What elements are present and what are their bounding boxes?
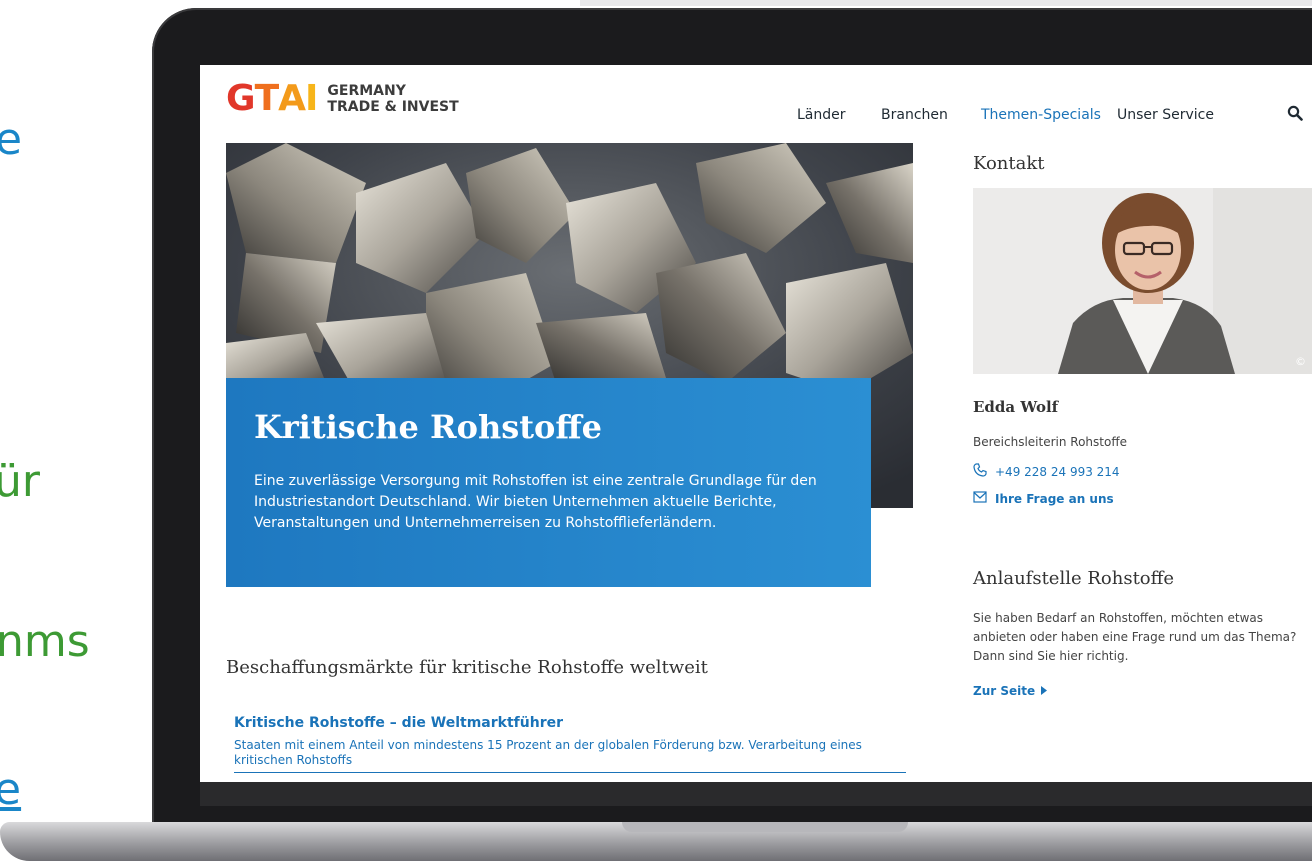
gtai-logo-mark: GTAI <box>226 78 318 119</box>
contact-name: Edda Wolf <box>973 398 1059 416</box>
browser-screen: GTAI GERMANY TRADE & INVEST Länder Branc… <box>200 65 1312 782</box>
hero-description: Eine zuverlässige Versorgung mit Rohstof… <box>254 473 817 531</box>
contact-ask-link[interactable]: Ihre Frage an uns <box>973 491 1114 506</box>
markets-item-link[interactable]: Kritische Rohstoffe – die Weltmarktführe… <box>234 715 563 731</box>
list-divider <box>234 772 906 773</box>
slide-text-fragment: ür <box>0 456 40 507</box>
zur-seite-label: Zur Seite <box>973 684 1036 698</box>
contact-heading: Kontakt <box>973 153 1045 174</box>
contact-role: Bereichsleiterin Rohstoffe <box>973 435 1127 449</box>
contact-phone: +49 228 24 993 214 <box>995 464 1120 479</box>
gtai-logo[interactable]: GTAI GERMANY TRADE & INVEST <box>226 81 459 117</box>
nav-laender[interactable]: Länder <box>797 107 846 123</box>
anlaufstelle-text: Sie haben Bedarf an Rohstoffen, möchten … <box>973 611 1297 663</box>
contact-phone-link[interactable]: +49 228 24 993 214 <box>973 463 1120 480</box>
logo-line-2: TRADE & INVEST <box>327 99 459 115</box>
laptop-hinge-notch <box>622 822 908 832</box>
laptop-bezel-bottom <box>200 782 1312 806</box>
copyright-icon: © <box>1295 355 1306 368</box>
nav-unser-service[interactable]: Unser Service <box>1117 107 1214 123</box>
anlaufstelle-heading: Anlaufstelle Rohstoffe <box>973 568 1175 589</box>
contact-ask-label: Ihre Frage an uns <box>995 491 1114 506</box>
mail-icon <box>973 491 987 506</box>
markets-item-description[interactable]: Staaten mit einem Anteil von mindestens … <box>234 738 914 768</box>
hero-teaser-box: Kritische Rohstoffe Eine zuverlässige Ve… <box>226 378 871 587</box>
nav-branchen[interactable]: Branchen <box>881 107 948 123</box>
search-icon[interactable] <box>1287 105 1303 126</box>
nav-themen-specials[interactable]: Themen-Specials <box>981 107 1101 123</box>
slide-text-fragment: nms <box>0 616 90 667</box>
phone-icon <box>973 463 987 480</box>
caret-right-icon <box>1041 684 1048 698</box>
contact-photo: © <box>973 188 1312 374</box>
slide-text-fragment: e <box>0 114 23 165</box>
slide-link-fragment[interactable]: e <box>0 768 21 812</box>
laptop-lid-edge <box>580 0 1312 6</box>
markets-heading: Beschaffungsmärkte für kritische Rohstof… <box>226 657 708 678</box>
logo-line-1: GERMANY <box>327 83 406 99</box>
hero-title: Kritische Rohstoffe <box>254 408 602 446</box>
zur-seite-link[interactable]: Zur Seite <box>973 684 1048 698</box>
